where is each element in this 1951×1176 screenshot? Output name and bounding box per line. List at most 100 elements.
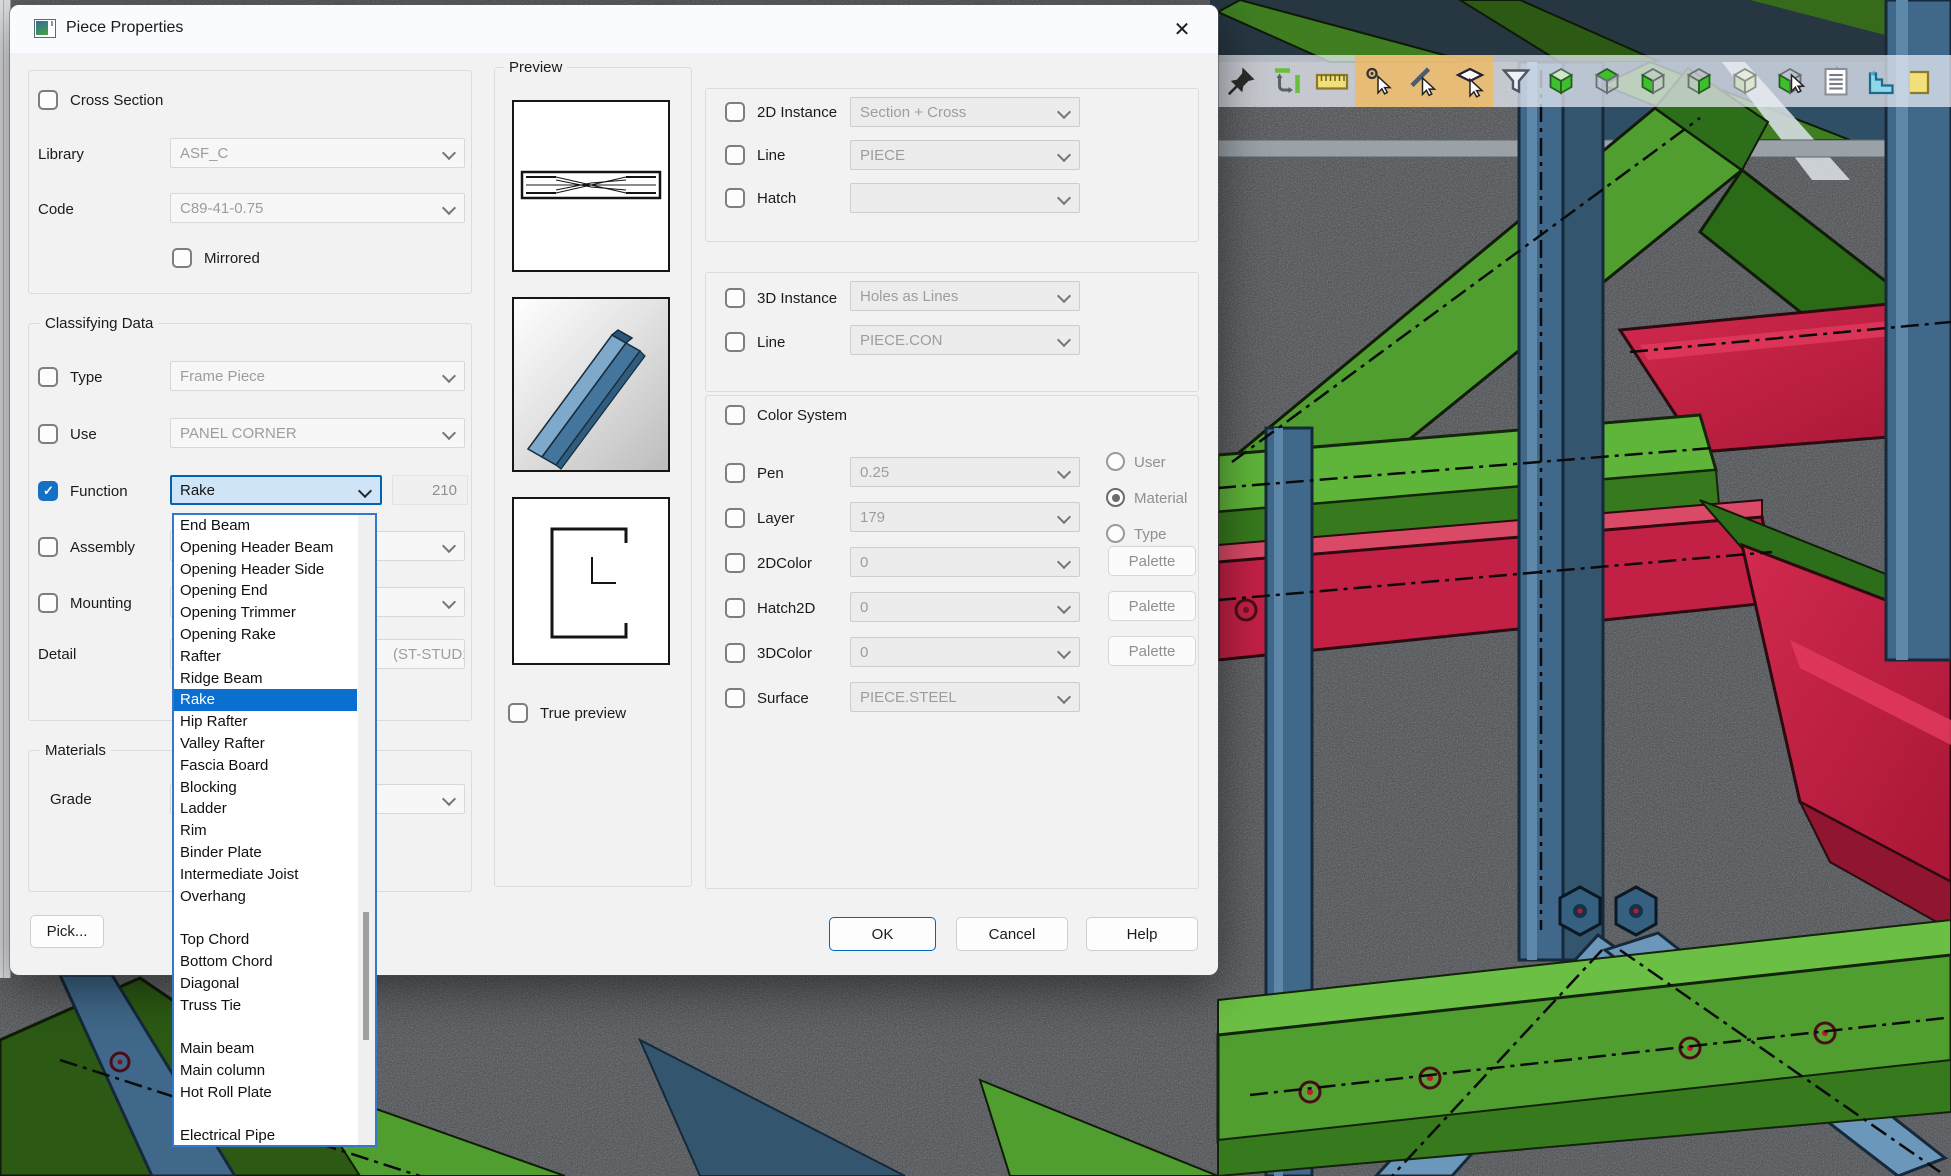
2dcolor-checkbox[interactable]: [725, 553, 745, 573]
function-select[interactable]: Rake: [170, 475, 382, 505]
dropdown-scrollbar-thumb[interactable]: [363, 912, 369, 1040]
assembly-checkbox[interactable]: [38, 537, 58, 557]
cube-right-icon[interactable]: [1676, 55, 1722, 107]
hatch-select[interactable]: [850, 183, 1080, 213]
help-button[interactable]: Help: [1086, 917, 1198, 951]
function-option[interactable]: Main column: [174, 1060, 357, 1082]
line-2d-checkbox[interactable]: [725, 145, 745, 165]
function-dropdown-list[interactable]: End BeamOpening Header BeamOpening Heade…: [172, 513, 377, 1147]
cube-shaded-icon[interactable]: [1722, 55, 1768, 107]
use-checkbox[interactable]: [38, 424, 58, 444]
line-2d-select[interactable]: PIECE: [850, 140, 1080, 170]
function-option[interactable]: Valley Rafter: [174, 733, 357, 755]
3dcolor-label: 3DColor: [757, 645, 812, 662]
hatch2d-select[interactable]: 0: [850, 592, 1080, 622]
hatch-checkbox[interactable]: [725, 188, 745, 208]
surface-checkbox[interactable]: [725, 688, 745, 708]
ruler-icon[interactable]: [1310, 55, 1356, 107]
snap-plane-icon[interactable]: [1447, 55, 1493, 107]
mounting-checkbox[interactable]: [38, 593, 58, 613]
2dcolor-select[interactable]: 0: [850, 547, 1080, 577]
palette-2dcolor-button[interactable]: Palette: [1108, 546, 1196, 576]
function-option[interactable]: Rake: [174, 689, 357, 711]
library-select[interactable]: ASF_C: [170, 138, 465, 168]
true-preview-checkbox[interactable]: [508, 703, 528, 723]
2d-instance-checkbox[interactable]: [725, 102, 745, 122]
function-number-field[interactable]: 210: [392, 475, 468, 505]
pin-icon[interactable]: [1218, 55, 1264, 107]
close-button[interactable]: ✕: [1160, 9, 1204, 49]
use-select[interactable]: PANEL CORNER: [170, 418, 465, 448]
function-option[interactable]: Intermediate Joist: [174, 864, 357, 886]
cube-left-icon[interactable]: [1630, 55, 1676, 107]
function-option[interactable]: [174, 907, 357, 929]
function-option[interactable]: Opening End: [174, 580, 357, 602]
cross-section-label: Cross Section: [70, 92, 163, 109]
dialog-titlebar[interactable]: Piece Properties ✕: [10, 5, 1218, 53]
cross-section-checkbox[interactable]: [38, 90, 58, 110]
function-option[interactable]: Opening Rake: [174, 624, 357, 646]
function-option[interactable]: Blocking: [174, 777, 357, 799]
function-option[interactable]: Electrical Pipe: [174, 1125, 357, 1147]
3d-instance-select[interactable]: Holes as Lines: [850, 281, 1080, 311]
function-option[interactable]: Rafter: [174, 646, 357, 668]
function-option[interactable]: Hot Roll Plate: [174, 1082, 357, 1104]
hatch2d-checkbox[interactable]: [725, 598, 745, 618]
material-radio[interactable]: [1106, 488, 1125, 507]
function-option[interactable]: Bottom Chord: [174, 951, 357, 973]
layer-checkbox[interactable]: [725, 508, 745, 528]
report-icon[interactable]: [1813, 55, 1859, 107]
function-option[interactable]: Main beam: [174, 1038, 357, 1060]
measure-move-icon[interactable]: [1264, 55, 1310, 107]
user-radio[interactable]: [1106, 452, 1125, 471]
function-option[interactable]: Fascia Board: [174, 755, 357, 777]
layer-select[interactable]: 179: [850, 502, 1080, 532]
cube-top-icon[interactable]: [1584, 55, 1630, 107]
type-select[interactable]: Frame Piece: [170, 361, 465, 391]
type-checkbox[interactable]: [38, 367, 58, 387]
pen-checkbox[interactable]: [725, 463, 745, 483]
mirrored-checkbox[interactable]: [172, 248, 192, 268]
function-option[interactable]: Binder Plate: [174, 842, 357, 864]
line-3d-select[interactable]: PIECE.CON: [850, 325, 1080, 355]
2d-instance-select[interactable]: Section + Cross: [850, 97, 1080, 127]
steel-profile-icon[interactable]: [1859, 55, 1905, 107]
palette-hatch2d-button[interactable]: Palette: [1108, 591, 1196, 621]
function-option[interactable]: Opening Header Beam: [174, 537, 357, 559]
palette-3dcolor-button[interactable]: Palette: [1108, 636, 1196, 666]
surface-select[interactable]: PIECE.STEEL: [850, 682, 1080, 712]
3dcolor-checkbox[interactable]: [725, 643, 745, 663]
line-3d-checkbox[interactable]: [725, 332, 745, 352]
function-option[interactable]: Opening Trimmer: [174, 602, 357, 624]
function-option[interactable]: Diagonal: [174, 973, 357, 995]
cube-select-icon[interactable]: [1768, 55, 1814, 107]
function-option[interactable]: Ladder: [174, 798, 357, 820]
function-option[interactable]: Rim: [174, 820, 357, 842]
function-option[interactable]: [174, 1104, 357, 1126]
snap-point-icon[interactable]: [1355, 55, 1401, 107]
filter-icon[interactable]: [1493, 55, 1539, 107]
code-select[interactable]: C89-41-0.75: [170, 193, 465, 223]
cancel-button[interactable]: Cancel: [956, 917, 1068, 951]
type-radio[interactable]: [1106, 524, 1125, 543]
hatch2d-label: Hatch2D: [757, 600, 815, 617]
function-option[interactable]: End Beam: [174, 515, 357, 537]
snap-line-icon[interactable]: [1401, 55, 1447, 107]
function-option[interactable]: Top Chord: [174, 929, 357, 951]
function-option[interactable]: Overhang: [174, 886, 357, 908]
ok-button[interactable]: OK: [829, 917, 936, 951]
function-option[interactable]: Truss Tie: [174, 995, 357, 1017]
function-option[interactable]: Opening Header Side: [174, 559, 357, 581]
function-option[interactable]: Ridge Beam: [174, 668, 357, 690]
function-checkbox[interactable]: [38, 481, 58, 501]
cube-solid-icon[interactable]: [1539, 55, 1585, 107]
function-option[interactable]: [174, 1016, 357, 1038]
pick-button[interactable]: Pick...: [30, 915, 104, 948]
dropdown-scrollbar[interactable]: [358, 515, 375, 1145]
clipped-tool-icon[interactable]: [1905, 55, 1951, 107]
color-system-checkbox[interactable]: [725, 405, 745, 425]
3dcolor-select[interactable]: 0: [850, 637, 1080, 667]
3d-instance-checkbox[interactable]: [725, 288, 745, 308]
pen-select[interactable]: 0.25: [850, 457, 1080, 487]
function-option[interactable]: Hip Rafter: [174, 711, 357, 733]
